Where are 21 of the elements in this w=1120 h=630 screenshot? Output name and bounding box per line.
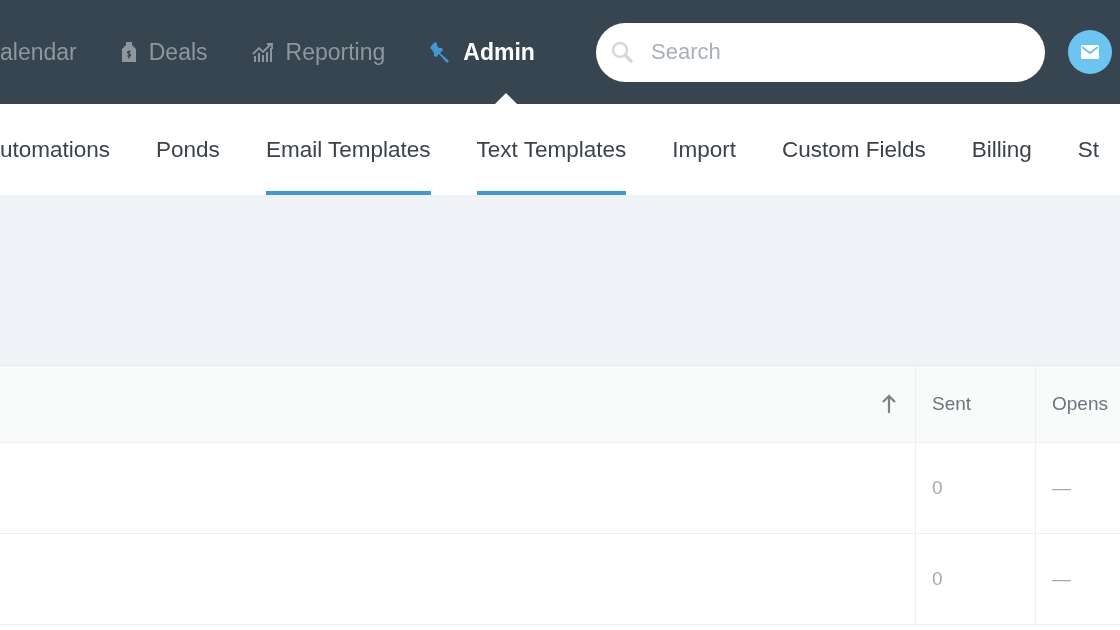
table-cell: 0 — [932, 477, 943, 499]
tab[interactable]: Billing — [971, 104, 1032, 195]
active-pointer-icon — [494, 93, 517, 104]
chart-icon — [251, 42, 274, 62]
price-tag-icon — [120, 41, 137, 63]
column-heading[interactable]: Sent — [932, 393, 972, 415]
column-heading[interactable]: Opens — [1052, 393, 1108, 415]
table-cell: — — [1052, 568, 1071, 590]
tab[interactable]: St — [1077, 104, 1100, 195]
tab[interactable]: utomations — [0, 104, 111, 195]
envelope-icon — [1080, 44, 1100, 60]
table-cell: — — [1052, 477, 1071, 499]
table-cell: 0 — [932, 568, 943, 590]
tab[interactable]: Custom Fields — [781, 104, 926, 195]
sort-arrow-icon[interactable] — [882, 394, 896, 414]
search-field[interactable]: Search — [596, 22, 1045, 82]
mail-button[interactable] — [1068, 30, 1112, 74]
search-icon — [610, 39, 634, 64]
tab[interactable]: Import — [672, 104, 736, 195]
nav-link[interactable]: Admin — [429, 0, 535, 104]
tab[interactable]: Ponds — [156, 104, 220, 195]
